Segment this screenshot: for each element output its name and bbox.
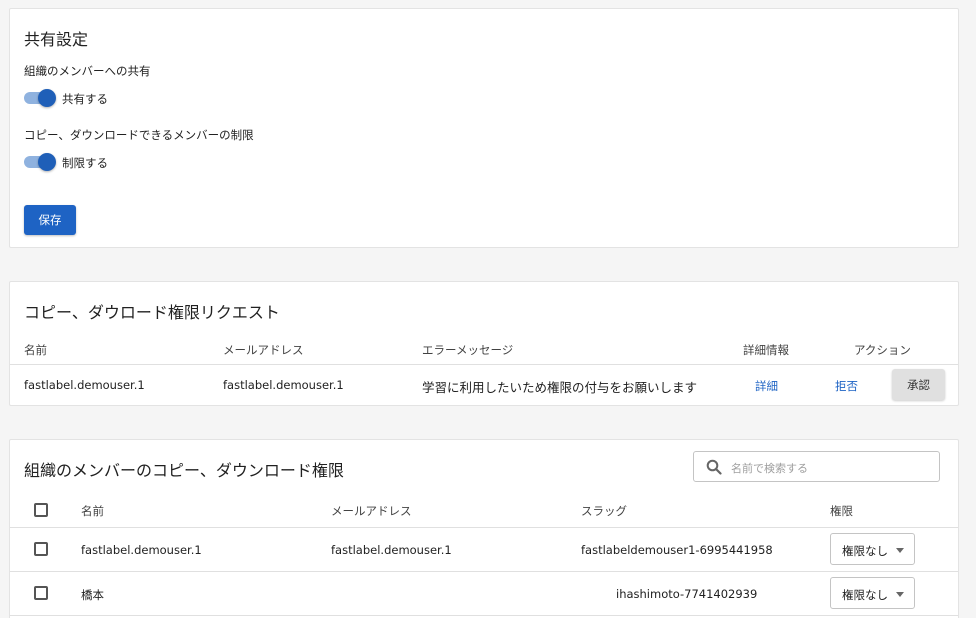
members-col-email: メールアドレス (331, 504, 412, 518)
search-placeholder: 名前で検索する (731, 462, 808, 475)
requests-col-action: アクション (854, 343, 911, 357)
member-slug: ihashimoto-7741402939 (616, 587, 758, 601)
select-all-checkbox[interactable] (34, 503, 48, 517)
chevron-down-icon (896, 592, 904, 597)
requests-title: コピー、ダウロード権限リクエスト (24, 303, 280, 322)
row-checkbox[interactable] (34, 586, 48, 600)
members-col-name: 名前 (81, 504, 104, 518)
members-header-divider (10, 527, 958, 528)
request-message: 学習に利用したいため権限の付与をお願いします (422, 380, 698, 395)
member-name: fastlabel.demouser.1 (81, 543, 202, 557)
reject-button[interactable]: 拒否 (835, 378, 858, 394)
row-checkbox[interactable] (34, 542, 48, 556)
requests-col-email: メールアドレス (223, 343, 304, 357)
request-name: fastlabel.demouser.1 (24, 378, 145, 392)
search-input[interactable]: 名前で検索する (693, 451, 940, 482)
sharing-settings-card: 共有設定 組織のメンバーへの共有 共有する コピー、ダウンロードできるメンバーの… (9, 8, 959, 248)
permission-value: 権限なし (842, 588, 888, 602)
members-col-permission: 権限 (830, 504, 853, 518)
org-share-toggle[interactable] (24, 89, 56, 107)
sharing-settings-title: 共有設定 (24, 30, 89, 49)
restrict-toggle[interactable] (24, 153, 56, 171)
chevron-down-icon (896, 548, 904, 553)
org-share-toggle-label: 共有する (62, 92, 108, 106)
permission-requests-card: コピー、ダウロード権限リクエスト 名前 メールアドレス エラーメッセージ 詳細情… (9, 281, 959, 406)
save-button[interactable]: 保存 (24, 205, 76, 235)
permission-select[interactable]: 権限なし (830, 533, 915, 565)
permission-select[interactable]: 権限なし (830, 577, 915, 609)
permission-value: 権限なし (842, 544, 888, 558)
members-col-slug: スラッグ (581, 504, 627, 518)
member-name: 橋本 (81, 588, 104, 602)
member-slug: fastlabeldemouser1-6995441958 (581, 543, 773, 557)
requests-col-detail: 詳細情報 (743, 343, 789, 357)
approve-button[interactable]: 承認 (892, 369, 945, 400)
row-divider (10, 615, 958, 616)
restrict-toggle-label: 制限する (62, 156, 108, 170)
member-permissions-card: 組織のメンバーのコピー、ダウンロード権限 名前で検索する 名前 メールアドレス … (9, 439, 959, 618)
member-email: fastlabel.demouser.1 (331, 543, 452, 557)
row-divider (10, 571, 958, 572)
members-title: 組織のメンバーのコピー、ダウンロード権限 (24, 461, 344, 480)
requests-header-divider (10, 364, 958, 365)
request-detail-link[interactable]: 詳細 (755, 378, 778, 394)
search-icon (706, 459, 722, 475)
requests-col-message: エラーメッセージ (422, 343, 514, 357)
restrict-label: コピー、ダウンロードできるメンバーの制限 (24, 128, 254, 142)
requests-col-name: 名前 (24, 343, 47, 357)
request-email: fastlabel.demouser.1 (223, 378, 344, 392)
org-share-label: 組織のメンバーへの共有 (24, 64, 151, 78)
